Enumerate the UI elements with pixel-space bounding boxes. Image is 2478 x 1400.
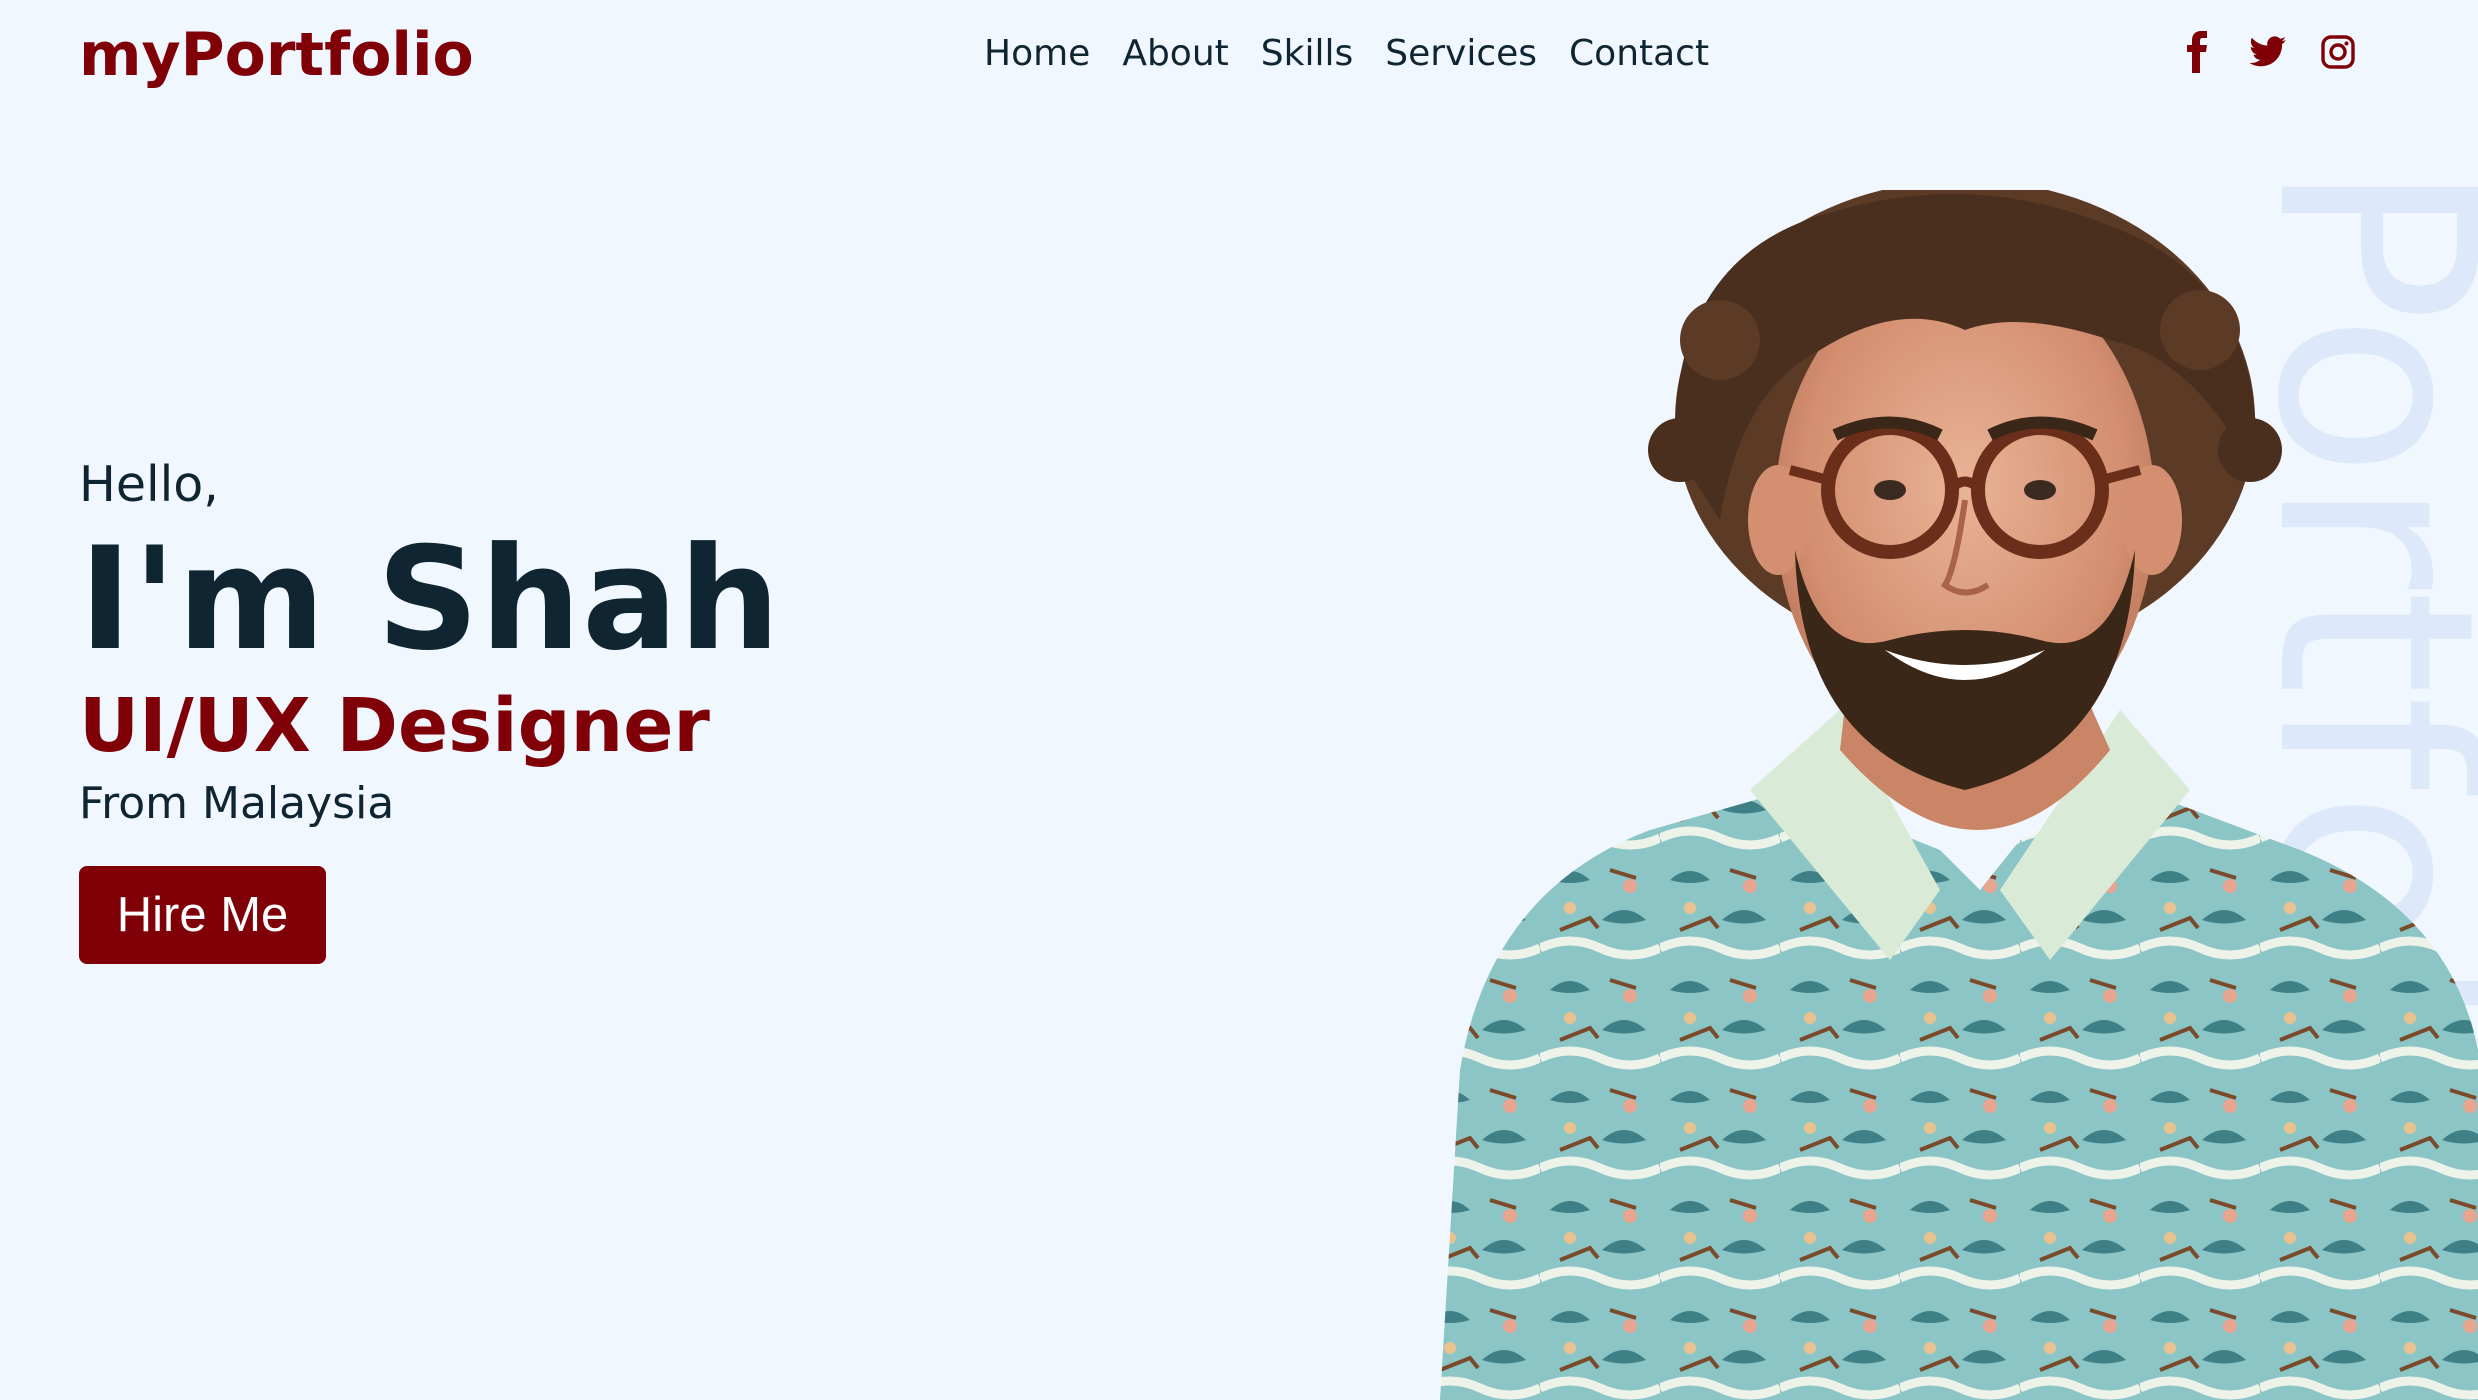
nav-link-about[interactable]: About: [1106, 28, 1244, 80]
nav-item-services: Services: [1369, 28, 1553, 80]
facebook-icon[interactable]: [2178, 30, 2218, 74]
nav-link-home[interactable]: Home: [984, 28, 1106, 80]
hero-role: UI/UX Designer: [79, 683, 710, 769]
nav-link-contact[interactable]: Contact: [1553, 28, 1725, 80]
nav-item-home: Home: [984, 28, 1106, 80]
hero-origin: From Malaysia: [79, 778, 395, 829]
hire-me-button[interactable]: Hire Me: [79, 866, 326, 964]
hero-intro: Hello, I'm Shah UI/UX Designer From Mala…: [79, 450, 781, 964]
nav-item-about: About: [1106, 28, 1244, 80]
profile-photo: [1420, 190, 2478, 1400]
main-nav: Home About Skills Services Contact: [984, 28, 1725, 80]
nav-item-contact: Contact: [1553, 28, 1725, 80]
site-logo[interactable]: myPortfolio: [79, 14, 474, 96]
twitter-icon[interactable]: [2248, 30, 2288, 74]
social-links: [2178, 30, 2358, 74]
nav-link-skills[interactable]: Skills: [1245, 28, 1369, 80]
hero-greeting: Hello,: [79, 456, 219, 513]
hero-name: I'm Shah: [79, 517, 781, 682]
nav-item-skills: Skills: [1245, 28, 1369, 80]
nav-link-services[interactable]: Services: [1369, 28, 1553, 80]
instagram-icon[interactable]: [2318, 30, 2358, 74]
